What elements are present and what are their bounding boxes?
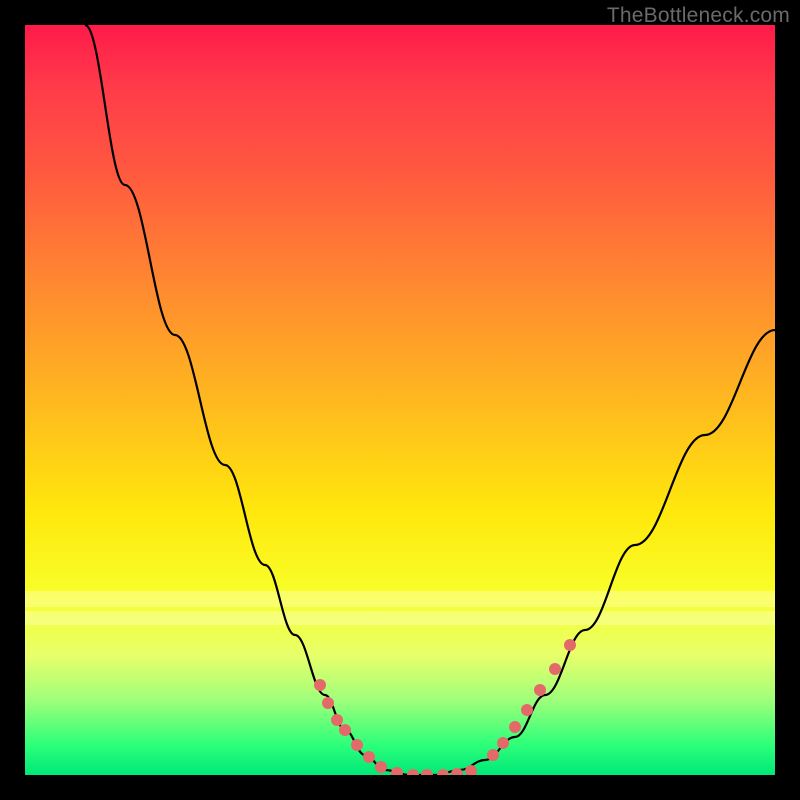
highlight-dot (437, 769, 449, 775)
highlight-dot (407, 769, 419, 775)
highlight-dot (487, 749, 499, 761)
highlight-dot (421, 769, 433, 775)
highlight-dots (314, 639, 576, 775)
highlight-dot (564, 639, 576, 651)
highlight-dot (331, 714, 343, 726)
highlight-dot (509, 721, 521, 733)
highlight-dot (351, 739, 363, 751)
highlight-dot (363, 751, 375, 763)
highlight-dot (322, 697, 334, 709)
highlight-dot (375, 761, 387, 773)
bottleneck-curve-path (85, 25, 775, 775)
highlight-dot (465, 765, 477, 775)
highlight-dot (521, 704, 533, 716)
highlight-dot (314, 679, 326, 691)
chart-frame: TheBottleneck.com (0, 0, 800, 800)
curve-svg (25, 25, 775, 775)
highlight-dot (534, 684, 546, 696)
highlight-dot (549, 663, 561, 675)
highlight-dot (339, 724, 351, 736)
highlight-dot (391, 767, 403, 775)
highlight-dot (497, 737, 509, 749)
plot-area (25, 25, 775, 775)
